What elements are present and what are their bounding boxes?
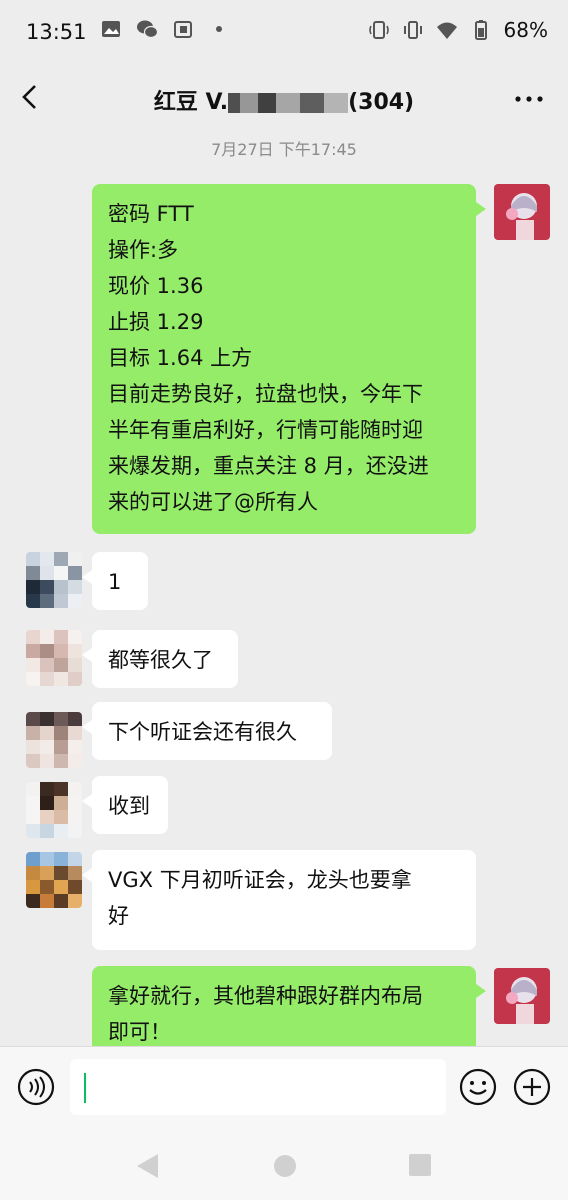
- message-line: 目前走势良好，拉盘也快，今年下: [108, 382, 423, 406]
- self-avatar[interactable]: [494, 968, 550, 1024]
- system-home-icon[interactable]: [272, 1153, 298, 1179]
- message-bubble-incoming[interactable]: 1: [82, 552, 148, 610]
- system-back-icon[interactable]: [134, 1152, 160, 1180]
- status-bar: 13:51 68%: [0, 0, 568, 64]
- chat-input-bar: [0, 1046, 568, 1141]
- wifi-icon: [436, 22, 457, 39]
- dot-icon: [216, 26, 222, 32]
- gallery-icon: [102, 21, 120, 37]
- user-avatar[interactable]: [26, 712, 82, 768]
- notification-icon: [174, 21, 192, 38]
- message-line: 即可！: [108, 1020, 171, 1044]
- message-line: 目标 1.64 上方: [108, 346, 253, 370]
- self-avatar[interactable]: [494, 184, 550, 240]
- status-time: 13:51: [26, 20, 87, 44]
- system-recents-icon[interactable]: [408, 1153, 432, 1177]
- battery-percent: 68%: [503, 18, 548, 42]
- chat-header: 红豆 V. (304): [0, 64, 568, 134]
- message-line: 密码 FTT: [108, 202, 194, 226]
- chat-title-left: 红豆 V.: [153, 90, 229, 115]
- message-line: 收到: [108, 794, 150, 818]
- user-avatar[interactable]: [26, 782, 82, 838]
- message-bubble-incoming[interactable]: 收到: [82, 776, 168, 834]
- user-avatar[interactable]: [26, 852, 82, 908]
- user-avatar[interactable]: [26, 552, 82, 608]
- message-bubble-incoming[interactable]: VGX 下月初听证会，龙头也要拿 好: [82, 850, 476, 950]
- system-navigation-bar: [0, 1140, 568, 1200]
- more-icon[interactable]: [514, 86, 544, 112]
- text-caret: [84, 1073, 86, 1103]
- redacted-title-mosaic: [228, 93, 349, 113]
- nfc-icon: [368, 21, 389, 39]
- message-bubble-outgoing[interactable]: 密码 FTT 操作:多 现价 1.36 止损 1.29 目标 1.64 上方 目…: [92, 184, 486, 534]
- wechat-icon: [137, 20, 158, 39]
- user-avatar[interactable]: [26, 630, 82, 686]
- message-bubble-incoming[interactable]: 下个听证会还有很久: [82, 702, 332, 760]
- message-line: 操作:多: [108, 238, 179, 262]
- chat-timestamp: 7月27日 下午17:45: [211, 140, 357, 159]
- emoji-icon[interactable]: [458, 1067, 498, 1107]
- message-input[interactable]: [70, 1059, 446, 1115]
- message-line: 止损 1.29: [108, 310, 204, 334]
- chat-title: 红豆 V. (304): [0, 84, 568, 116]
- message-line: 来的可以进了@所有人: [108, 490, 318, 514]
- message-line: 拿好就行，其他碧种跟好群内布局: [108, 984, 423, 1008]
- chat-title-right: (304): [348, 90, 415, 115]
- message-line: 都等很久了: [108, 648, 213, 672]
- vibrate-icon: [403, 21, 422, 39]
- message-line: 下个听证会还有很久: [108, 720, 297, 744]
- message-line: 来爆发期，重点关注 8 月，还没进: [108, 454, 429, 478]
- message-line: 1: [108, 570, 122, 594]
- message-bubble-incoming[interactable]: 都等很久了: [82, 630, 238, 688]
- battery-icon: [474, 20, 487, 40]
- plus-icon[interactable]: [512, 1067, 552, 1107]
- voice-icon[interactable]: [16, 1067, 56, 1107]
- message-line: 好: [108, 904, 129, 928]
- message-line: VGX 下月初听证会，龙头也要拿: [108, 868, 412, 892]
- message-line: 半年有重启利好，行情可能随时迎: [108, 418, 423, 442]
- message-line: 现价 1.36: [108, 274, 204, 298]
